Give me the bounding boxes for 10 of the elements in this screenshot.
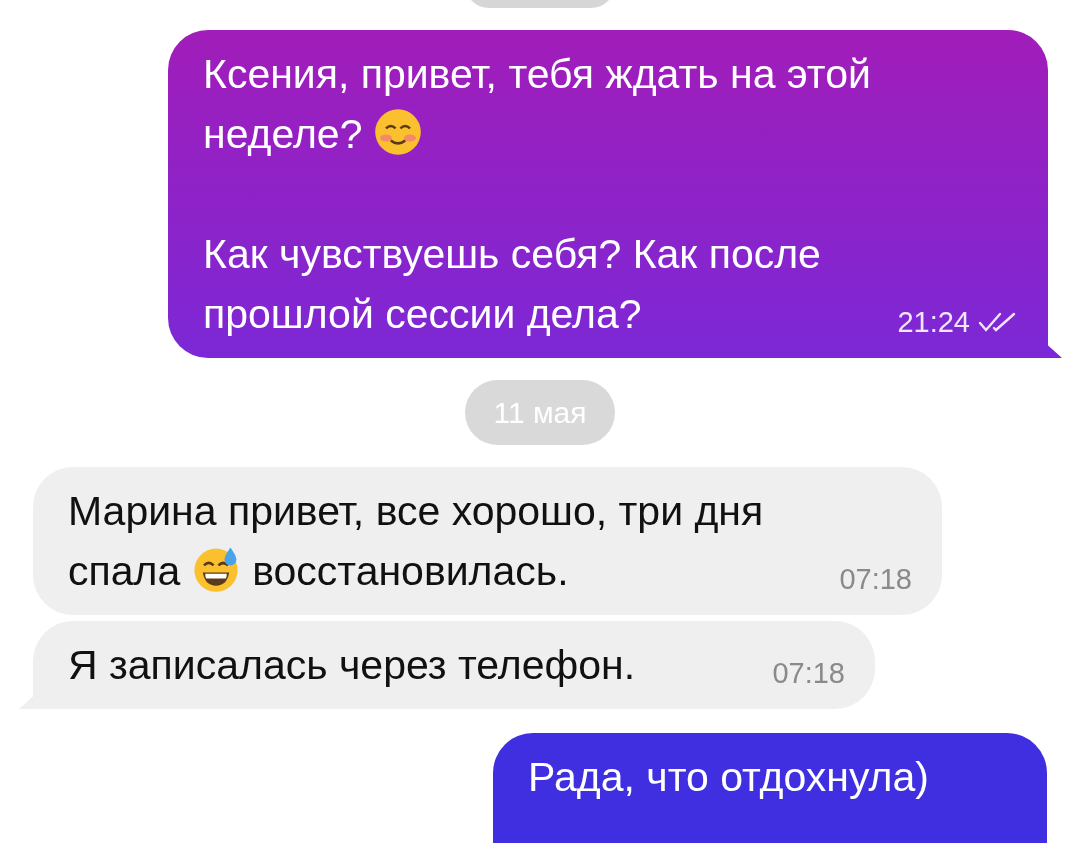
message-text: Я записалась через телефон. (68, 642, 636, 688)
message-time: 07:18 (839, 562, 912, 597)
message-text: Марина привет, все хорошо, три дня (68, 488, 764, 534)
message-time: 07:18 (772, 656, 845, 691)
message-text: Рада, что отдохнула) (528, 754, 929, 800)
message-text: спала (68, 548, 181, 594)
message-text: восстановилась. (252, 548, 569, 594)
message-time: 21:24 (897, 305, 970, 340)
message-text: Ксения, привет, тебя ждать на этой неделе? (203, 51, 871, 157)
message-text: Как чувствуешь себя? Как после прошлой сессии дела? (203, 231, 821, 337)
